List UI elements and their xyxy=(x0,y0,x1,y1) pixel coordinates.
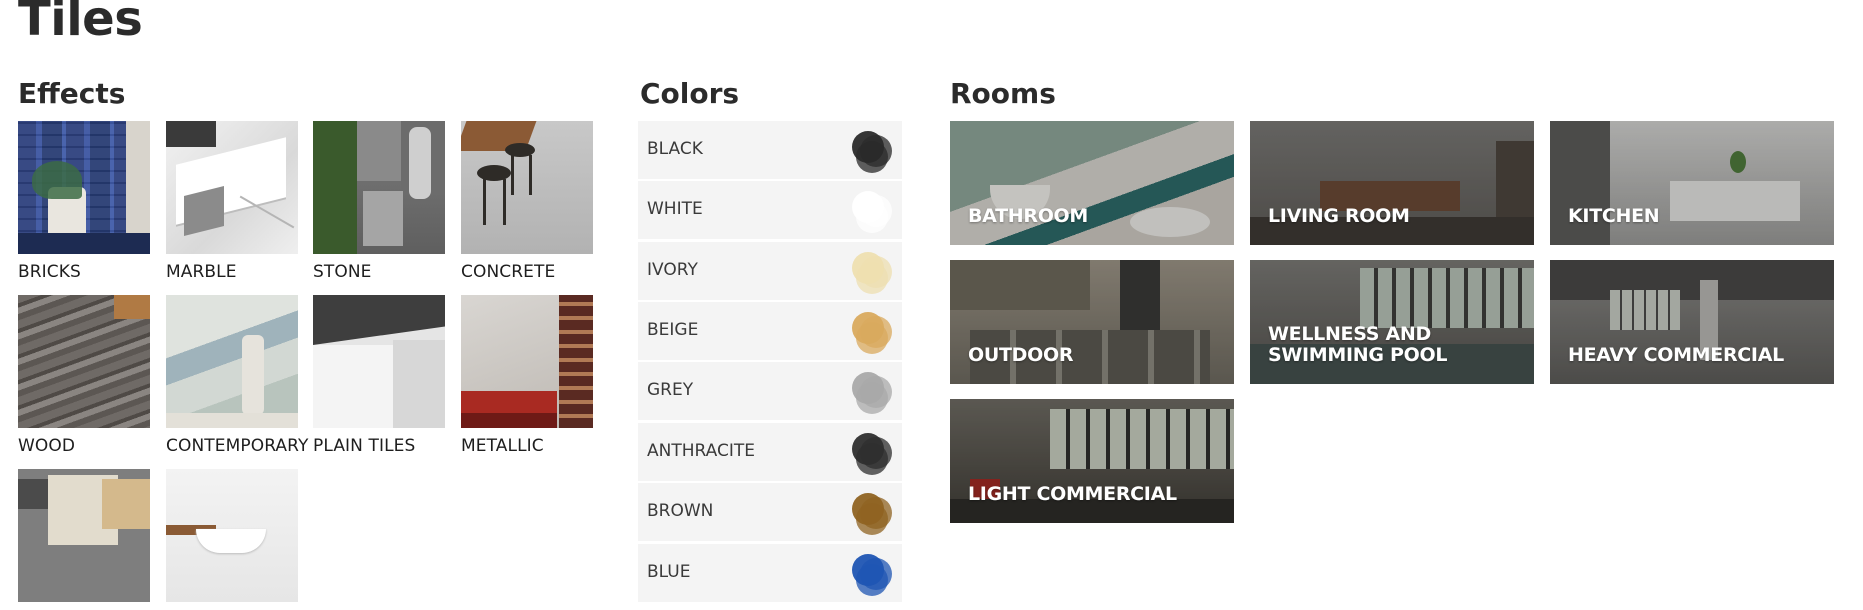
room-outdoor[interactable]: OUTDOOR xyxy=(950,260,1234,384)
grey-swatch-icon xyxy=(852,372,894,414)
brown-swatch-icon xyxy=(852,493,894,535)
rooms-title: Rooms xyxy=(950,77,1056,110)
color-label: BEIGE xyxy=(647,320,699,340)
room-bathroom[interactable]: BATHROOM xyxy=(950,121,1234,245)
room-label: BATHROOM xyxy=(968,205,1089,227)
color-brown[interactable]: BROWN xyxy=(638,483,902,541)
color-blue[interactable]: BLUE xyxy=(638,544,902,602)
color-label: GREY xyxy=(647,380,694,400)
wood-image xyxy=(18,295,150,428)
effect-label: MARBLE xyxy=(166,262,237,282)
room-label: KITCHEN xyxy=(1568,205,1660,227)
effect-contemporary[interactable]: CONTEMPORARY xyxy=(166,295,309,456)
effect-label: WOOD xyxy=(18,436,76,456)
colors-title: Colors xyxy=(640,77,740,110)
effect-bricks[interactable]: BRICKS xyxy=(18,121,150,282)
room-heavy-commercial[interactable]: HEAVY COMMERCIAL xyxy=(1550,260,1834,384)
metallic-image xyxy=(461,295,593,428)
effect-image xyxy=(18,469,150,602)
room-living-room[interactable]: LIVING ROOM xyxy=(1250,121,1534,245)
effect-label: PLAIN TILES xyxy=(313,436,416,456)
room-label: LIGHT COMMERCIAL xyxy=(968,483,1177,505)
effect-label: CONCRETE xyxy=(461,262,556,282)
ivory-swatch-icon xyxy=(852,252,894,294)
color-label: BROWN xyxy=(647,501,714,521)
color-anthracite[interactable]: ANTHRACITE xyxy=(638,423,902,481)
marble-image xyxy=(166,121,298,254)
room-label: WELLNESS AND SWIMMING POOL xyxy=(1268,323,1448,366)
effect-item[interactable] xyxy=(18,469,150,610)
room-kitchen[interactable]: KITCHEN xyxy=(1550,121,1834,245)
bricks-image xyxy=(18,121,150,254)
effect-stone[interactable]: STONE xyxy=(313,121,445,282)
color-label: IVORY xyxy=(647,260,698,280)
effect-plain-tiles[interactable]: PLAIN TILES xyxy=(313,295,445,456)
plain-tiles-image xyxy=(313,295,445,428)
page-title: Tiles xyxy=(18,0,143,47)
effect-label: CONTEMPORARY xyxy=(166,436,309,456)
beige-swatch-icon xyxy=(852,312,894,354)
color-beige[interactable]: BEIGE xyxy=(638,302,902,360)
room-label: OUTDOOR xyxy=(968,344,1074,366)
effect-image xyxy=(166,469,298,602)
color-white[interactable]: WHITE xyxy=(638,181,902,239)
effect-item[interactable] xyxy=(166,469,298,610)
effect-label: BRICKS xyxy=(18,262,81,282)
black-swatch-icon xyxy=(852,131,894,173)
effect-wood[interactable]: WOOD xyxy=(18,295,150,456)
color-label: WHITE xyxy=(647,199,703,219)
contemporary-image xyxy=(166,295,298,428)
effect-metallic[interactable]: METALLIC xyxy=(461,295,593,456)
color-black[interactable]: BLACK xyxy=(638,121,902,179)
color-label: BLACK xyxy=(647,139,703,159)
color-label: BLUE xyxy=(647,562,691,582)
color-ivory[interactable]: IVORY xyxy=(638,242,902,300)
white-swatch-icon xyxy=(852,191,894,233)
effect-label: STONE xyxy=(313,262,372,282)
effect-label: METALLIC xyxy=(461,436,544,456)
room-wellness[interactable]: WELLNESS AND SWIMMING POOL xyxy=(1250,260,1534,384)
color-grey[interactable]: GREY xyxy=(638,362,902,420)
blue-swatch-icon xyxy=(852,554,894,596)
room-light-commercial[interactable]: LIGHT COMMERCIAL xyxy=(950,399,1234,523)
effects-title: Effects xyxy=(18,77,126,110)
effect-concrete[interactable]: CONCRETE xyxy=(461,121,593,282)
stone-image xyxy=(313,121,445,254)
room-label: LIVING ROOM xyxy=(1268,205,1410,227)
color-label: ANTHRACITE xyxy=(647,441,755,461)
concrete-image xyxy=(461,121,593,254)
effect-marble[interactable]: MARBLE xyxy=(166,121,298,282)
anthracite-swatch-icon xyxy=(852,433,894,475)
room-label: HEAVY COMMERCIAL xyxy=(1568,344,1784,366)
